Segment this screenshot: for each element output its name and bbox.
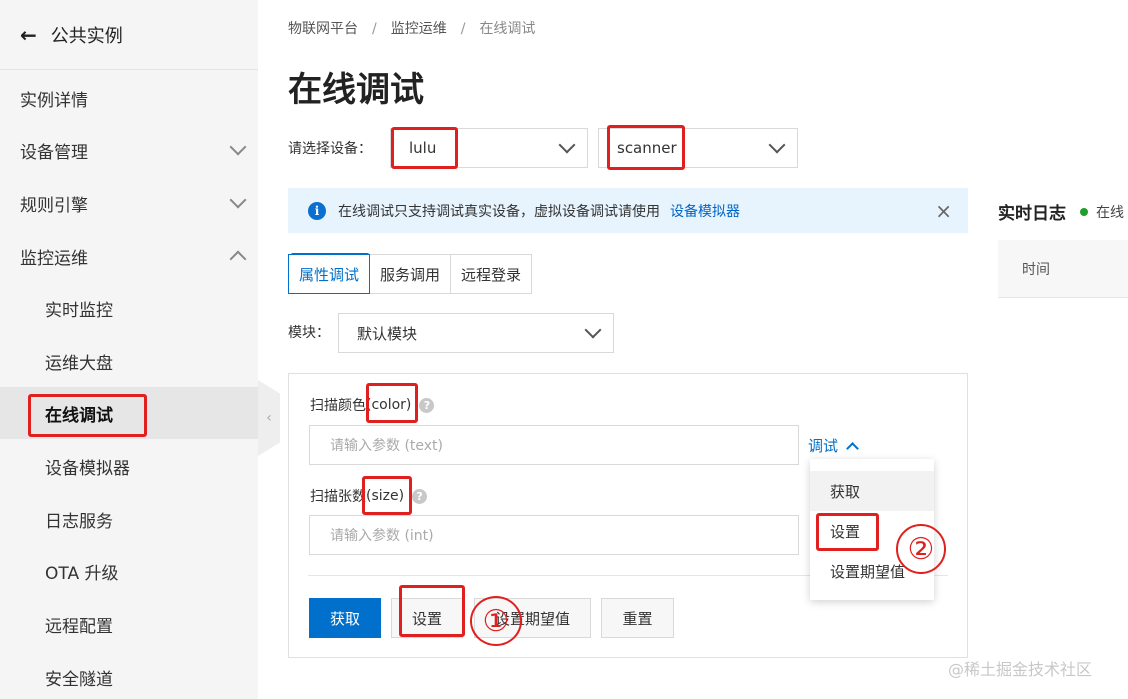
sidebar-item-label: 监控运维 xyxy=(20,248,88,269)
chevron-down-icon xyxy=(229,191,247,209)
sidebar-item-monitoring-ops[interactable]: 监控运维 xyxy=(0,230,258,282)
breadcrumb-current: 在线调试 xyxy=(479,21,536,37)
breadcrumb-item[interactable]: 监控运维 xyxy=(391,21,447,37)
product-select[interactable]: lulu xyxy=(390,128,588,168)
color-input[interactable]: 请输入参数 (text) xyxy=(309,425,799,465)
sidebar-item-ops-dashboard[interactable]: 运维大盘 xyxy=(0,335,258,387)
menu-item-get[interactable]: 获取 xyxy=(810,471,934,511)
annotation-circle-2: ② xyxy=(896,524,946,574)
get-button[interactable]: 获取 xyxy=(309,598,381,638)
product-select-value: lulu xyxy=(409,139,437,157)
chevron-up-icon xyxy=(229,250,247,268)
debug-label: 调试 xyxy=(808,437,839,455)
device-simulator-link[interactable]: 设备模拟器 xyxy=(670,201,740,221)
sidebar-item-label: 设备模拟器 xyxy=(45,458,130,479)
breadcrumb-item[interactable]: 物联网平台 xyxy=(288,21,358,37)
breadcrumb-separator: / xyxy=(460,21,466,37)
tab-service-call[interactable]: 服务调用 xyxy=(369,254,452,294)
property-identifier: (size) xyxy=(366,488,405,504)
breadcrumb-separator: / xyxy=(372,21,377,37)
property-label-size: 扫描张数 (size) ? xyxy=(310,486,428,506)
sidebar-collapse-button[interactable]: ‹ xyxy=(258,380,280,456)
sidebar-item-rule-engine[interactable]: 规则引擎 xyxy=(0,177,258,229)
page-title: 在线调试 xyxy=(288,70,424,110)
module-label: 模块： xyxy=(288,325,330,341)
module-select[interactable]: 默认模块 xyxy=(338,313,614,353)
sidebar-item-label: 安全隧道 xyxy=(45,669,113,690)
status-badge: 在线 xyxy=(1080,202,1124,222)
log-title-text: 实时日志 xyxy=(998,204,1066,224)
sidebar-item-ota-upgrade[interactable]: OTA 升级 xyxy=(0,545,258,597)
sidebar-item-label: 实例详情 xyxy=(20,90,88,111)
debug-tabs: 属性调试 服务调用 远程登录 xyxy=(288,254,533,294)
close-icon[interactable]: × xyxy=(935,199,952,223)
device-select[interactable]: scanner xyxy=(598,128,798,168)
back-button[interactable]: ← 公共实例 xyxy=(0,0,258,70)
online-dot-icon xyxy=(1080,207,1088,216)
sidebar-item-label: 运维大盘 xyxy=(45,353,113,374)
sidebar-item-label: 日志服务 xyxy=(45,511,113,532)
chevron-down-icon xyxy=(768,136,786,154)
tab-property-debug[interactable]: 属性调试 xyxy=(288,254,371,294)
status-text: 在线 xyxy=(1096,204,1124,221)
sidebar-item-label: OTA 升级 xyxy=(45,563,119,584)
chevron-up-icon xyxy=(846,442,859,455)
tab-remote-login[interactable]: 远程登录 xyxy=(450,254,533,294)
arrow-left-icon: ← xyxy=(20,22,37,47)
property-name: 扫描张数 xyxy=(310,489,366,505)
annotation-circle-1: ① xyxy=(470,596,522,646)
sidebar-item-label: 在线调试 xyxy=(45,405,113,426)
info-banner: i 在线调试只支持调试真实设备，虚拟设备调试请使用 设备模拟器 × xyxy=(288,188,968,233)
sidebar-item-label: 实时监控 xyxy=(45,300,113,321)
device-select-label: 请选择设备： xyxy=(288,141,372,157)
help-icon[interactable]: ? xyxy=(412,488,428,504)
debug-toggle[interactable]: 调试 xyxy=(808,435,859,456)
breadcrumb: 物联网平台 / 监控运维 / 在线调试 xyxy=(288,18,535,38)
log-table-header: 时间 xyxy=(998,240,1128,298)
sidebar-item-online-debug[interactable]: 在线调试 xyxy=(0,387,258,439)
sidebar-item-device-management[interactable]: 设备管理 xyxy=(0,124,258,176)
back-label: 公共实例 xyxy=(50,25,123,47)
sidebar-item-instance-details[interactable]: 实例详情 xyxy=(0,72,258,124)
sidebar-item-realtime-monitor[interactable]: 实时监控 xyxy=(0,282,258,334)
info-text: 在线调试只支持调试真实设备，虚拟设备调试请使用 xyxy=(338,203,660,220)
device-select-value: scanner xyxy=(617,139,677,157)
realtime-log-title: 实时日志 在线 xyxy=(998,199,1124,224)
module-select-value: 默认模块 xyxy=(357,324,418,343)
sidebar-item-remote-config[interactable]: 远程配置 xyxy=(0,598,258,650)
sidebar-item-secure-tunnel[interactable]: 安全隧道 xyxy=(0,651,258,699)
help-icon[interactable]: ? xyxy=(419,397,435,413)
sidebar-item-device-simulator[interactable]: 设备模拟器 xyxy=(0,440,258,492)
sidebar: ← 公共实例 实例详情 设备管理 规则引擎 监控运维 实时监控 运维大盘 在线调… xyxy=(0,0,258,699)
reset-button[interactable]: 重置 xyxy=(601,598,674,638)
watermark: @稀土掘金技术社区 xyxy=(948,660,1093,679)
log-column-time: 时间 xyxy=(1022,261,1050,278)
chevron-left-icon: ‹ xyxy=(266,410,272,426)
chevron-down-icon xyxy=(229,138,247,156)
set-button[interactable]: 设置 xyxy=(391,598,463,638)
chevron-down-icon xyxy=(584,321,602,339)
property-name: 扫描颜色 xyxy=(310,398,366,414)
chevron-down-icon xyxy=(558,136,576,154)
sidebar-item-label: 远程配置 xyxy=(45,616,113,637)
sidebar-item-log-service[interactable]: 日志服务 xyxy=(0,493,258,545)
sidebar-item-label: 设备管理 xyxy=(20,142,88,163)
property-label-color: 扫描颜色 (color) ? xyxy=(310,395,435,415)
info-icon: i xyxy=(308,201,326,220)
size-input[interactable]: 请输入参数 (int) xyxy=(309,515,799,555)
sidebar-item-label: 规则引擎 xyxy=(20,195,88,216)
property-identifier: (color) xyxy=(366,397,412,413)
